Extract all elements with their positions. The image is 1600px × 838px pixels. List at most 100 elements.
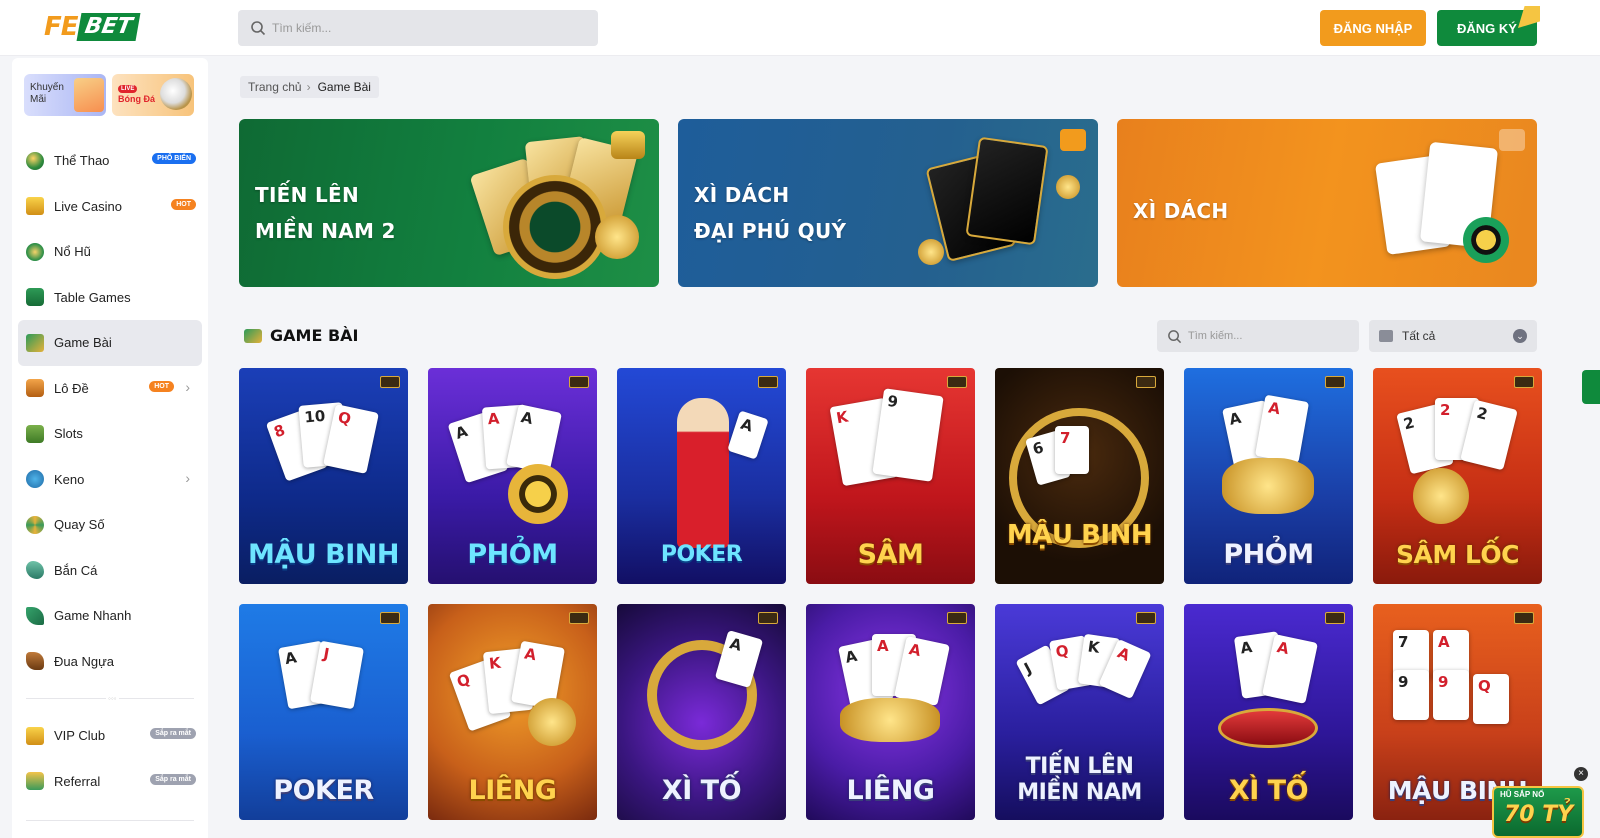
game-title: MẬU BINH: [248, 539, 399, 570]
sidebar-item-the-thao[interactable]: Thể Thao PHỔ BIẾN: [18, 138, 202, 184]
game-title: POKER: [660, 542, 743, 567]
game-tile-poker-2[interactable]: A J POKER: [239, 604, 408, 820]
banner-xi-dach-dai-phu-quy[interactable]: XÌ DÁCH ĐẠI PHÚ QUÝ: [678, 119, 1098, 287]
spade-medallion-icon: [503, 175, 607, 279]
table-icon: [26, 288, 44, 307]
hot-badge: HOT: [149, 380, 174, 392]
game-title: SÂM LỐC: [1396, 540, 1519, 569]
febet-logo[interactable]: FE BET: [44, 12, 160, 42]
referral-icon: [26, 772, 44, 791]
provider-filter-select[interactable]: Tất cả ⌄: [1369, 320, 1537, 352]
chevron-down-icon: ⌄: [1513, 329, 1527, 343]
card-icon: A: [714, 630, 764, 688]
banner-title-line2: ĐẠI PHÚ QUÝ: [694, 219, 847, 243]
banner-title: XÌ DÁCH: [1133, 193, 1228, 229]
provider-badge-icon: [1514, 612, 1534, 624]
header-search-input[interactable]: [272, 21, 552, 35]
provider-badge-icon: [1136, 612, 1156, 624]
slots-icon: [26, 424, 44, 443]
login-button[interactable]: ĐĂNG NHẬP: [1320, 10, 1426, 46]
jackpot-icon: [26, 242, 44, 261]
header-search[interactable]: [238, 10, 598, 46]
game-tile-poker[interactable]: A POKER: [617, 368, 786, 584]
breadcrumb-home[interactable]: Trang chủ: [248, 80, 302, 94]
coin-stack-icon: [595, 215, 639, 259]
chevron-right-icon[interactable]: ›: [185, 379, 190, 395]
promo-khuyen-mai[interactable]: Khuyến Mãi: [24, 74, 106, 116]
game-tile-mau-binh-2[interactable]: 6 7 MẬU BINH: [995, 368, 1164, 584]
banner-title-line1: TIẾN LÊN: [255, 183, 359, 207]
game-search-input[interactable]: [1188, 330, 1348, 342]
coin-pile-icon: [1222, 458, 1314, 514]
close-icon[interactable]: ×: [1574, 767, 1588, 781]
sidebar-item-lo-de[interactable]: Lô Đề HOT ›: [18, 366, 202, 412]
sidebar-item-label: Lô Đề: [54, 380, 89, 396]
game-title: XÌ TỐ: [661, 775, 742, 806]
filter-value: Tất cả: [1402, 329, 1436, 343]
poker-chip-icon: [508, 464, 568, 524]
game-tile-tien-len-mien-nam[interactable]: J Q K A TIẾN LÊN MIỀN NAM: [995, 604, 1164, 820]
sidebar-item-label: Table Games: [54, 289, 131, 305]
provider-badge-icon: [758, 376, 778, 388]
sidebar-item-label: VIP Club: [54, 728, 106, 744]
live-badge: LIVE: [118, 85, 138, 93]
coin-icon: [1056, 175, 1080, 199]
game-tile-sam-loc[interactable]: 2 2 2 SÂM LỐC: [1373, 368, 1542, 584]
provider-badge-icon: [1514, 376, 1534, 388]
sidebar-item-quay-so[interactable]: Quay Số: [18, 502, 202, 548]
keno-icon: [26, 470, 44, 489]
sidebar-item-table-games[interactable]: Table Games: [18, 275, 202, 321]
sidebar-item-dua-ngua[interactable]: Đua Ngựa: [18, 639, 202, 685]
sidebar-item-keno[interactable]: Keno ›: [18, 457, 202, 503]
coming-soon-badge: Sắp ra mắt: [150, 773, 196, 785]
sidebar-item-label: Thể Thao: [54, 153, 110, 169]
rocket-icon: [26, 606, 44, 625]
sidebar-item-slots[interactable]: Slots: [18, 411, 202, 457]
provider-badge-icon: [947, 376, 967, 388]
sidebar-item-game-bai[interactable]: Game Bài: [18, 320, 202, 366]
sidebar: Khuyến Mãi LIVE Bóng Đá Thể Thao PHỔ BIẾ…: [12, 58, 208, 838]
banner-title: TIẾN LÊN MIỀN NAM 2: [255, 177, 396, 249]
sidebar-item-ban-ca[interactable]: Bắn Cá: [18, 548, 202, 594]
game-tile-xi-to-2[interactable]: A A XÌ TỐ: [1184, 604, 1353, 820]
sidebar-item-label: Quay Số: [54, 517, 105, 533]
jackpot-widget[interactable]: HŨ SẮP NỔ 70 TỶ: [1492, 786, 1584, 838]
game-tile-xi-to[interactable]: A XÌ TỐ: [617, 604, 786, 820]
coin-icon: [918, 239, 944, 265]
sidebar-item-label: Game Bài: [54, 335, 112, 351]
banner-xi-dach[interactable]: XÌ DÁCH: [1117, 119, 1537, 287]
sidebar-item-label: Bắn Cá: [54, 562, 98, 578]
sidebar-item-label: Keno: [54, 471, 85, 487]
sidebar-nav: Thể Thao PHỔ BIẾN Live Casino HOT Nổ Hũ …: [18, 138, 202, 827]
game-tile-mau-binh[interactable]: 8 10 Q MẬU BINH: [239, 368, 408, 584]
game-tile-lieng[interactable]: Q K A LIÊNG: [428, 604, 597, 820]
sidebar-item-no-hu[interactable]: Nổ Hũ: [18, 229, 202, 275]
card-icon: [965, 136, 1049, 246]
popular-badge: PHỔ BIẾN: [152, 153, 196, 164]
game-tile-lieng-2[interactable]: A A A LIÊNG: [806, 604, 975, 820]
play-icon[interactable]: [1499, 129, 1525, 151]
promo-bong-da[interactable]: LIVE Bóng Đá: [112, 74, 194, 116]
coming-soon-badge: Sắp ra mắt: [150, 728, 196, 739]
sidebar-item-referral[interactable]: Referral Sắp ra mắt: [18, 759, 202, 805]
logo-part-2: BET: [76, 13, 140, 41]
sidebar-item-game-nhanh[interactable]: Game Nhanh: [18, 593, 202, 639]
game-tile-phom[interactable]: A A A PHỎM: [428, 368, 597, 584]
play-icon[interactable]: [1060, 129, 1086, 151]
sidebar-item-live-casino[interactable]: Live Casino HOT: [18, 184, 202, 230]
jackpot-amount: 70 TỶ: [1504, 802, 1574, 827]
provider-badge-icon: [758, 612, 778, 624]
game-tile-phom-2[interactable]: A A PHỎM: [1184, 368, 1353, 584]
sidebar-item-label: Slots: [54, 426, 83, 442]
expand-panel-button[interactable]: [1582, 370, 1600, 404]
section-title-text: GAME BÀI: [270, 326, 359, 345]
sidebar-item-vip-club[interactable]: VIP Club Sắp ra mắt: [18, 713, 202, 759]
banner-tien-len-mien-nam-2[interactable]: TIẾN LÊN MIỀN NAM 2: [239, 119, 659, 287]
fish-icon: [26, 561, 44, 580]
chevron-right-icon[interactable]: ›: [185, 470, 190, 486]
game-search[interactable]: [1157, 320, 1359, 352]
provider-badge-icon: [1325, 376, 1345, 388]
game-tile-sam[interactable]: K 9 SÂM: [806, 368, 975, 584]
card-icon: 9: [1433, 670, 1469, 720]
stack-icon: [1379, 330, 1393, 342]
